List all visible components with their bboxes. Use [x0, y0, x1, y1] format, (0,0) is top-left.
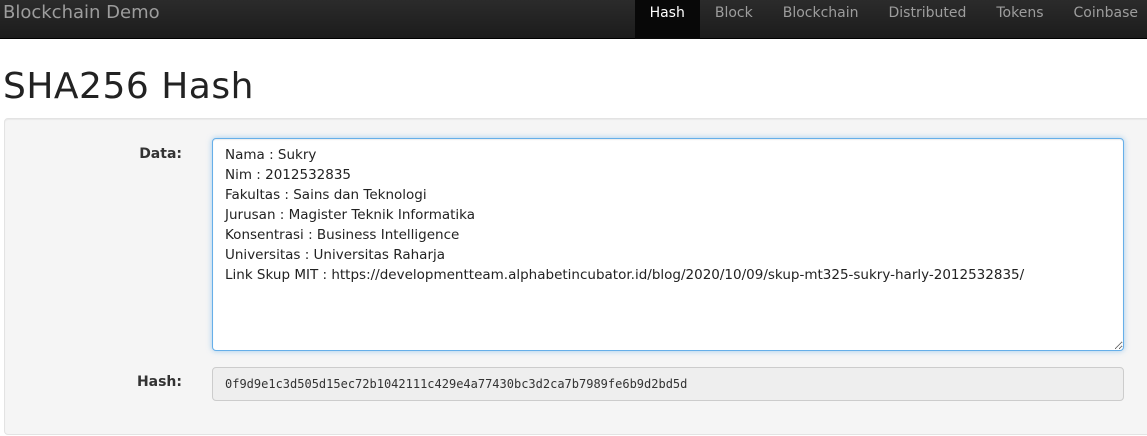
data-textarea[interactable] [212, 138, 1124, 351]
top-navbar: Blockchain Demo Hash Block Blockchain Di… [0, 0, 1147, 39]
page-title: SHA256 Hash [3, 66, 254, 107]
nav-item-blockchain[interactable]: Blockchain [768, 0, 874, 39]
hash-output-field[interactable]: 0f9d9e1c3d505d15ec72b1042111c429e4a77430… [212, 367, 1124, 401]
nav-item-distributed[interactable]: Distributed [874, 0, 982, 39]
nav-item-tokens[interactable]: Tokens [981, 0, 1058, 39]
nav-item-block[interactable]: Block [700, 0, 768, 39]
nav-item-coinbase[interactable]: Coinbase [1059, 0, 1147, 39]
nav-menu: Hash Block Blockchain Distributed Tokens… [634, 0, 1147, 39]
data-label: Data: [139, 146, 182, 162]
navbar-brand[interactable]: Blockchain Demo [3, 0, 160, 26]
nav-item-hash[interactable]: Hash [634, 0, 700, 39]
hash-label: Hash: [136, 374, 182, 390]
hash-form-panel: Data: Hash: 0f9d9e1c3d505d15ec72b1042111… [4, 118, 1147, 435]
